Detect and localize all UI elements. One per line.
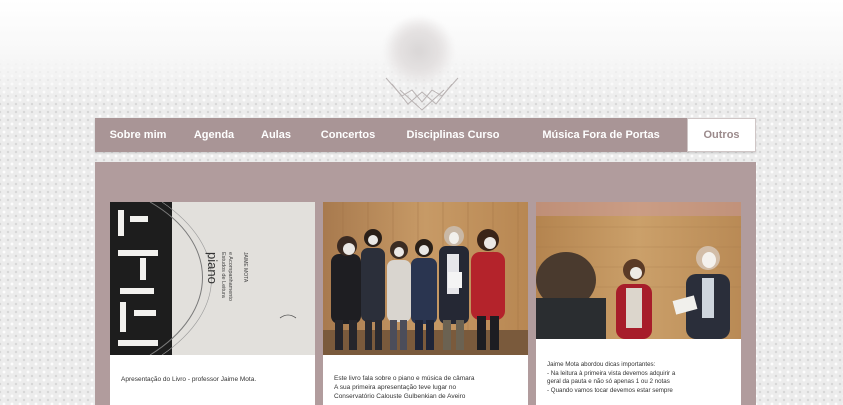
- nav-item-outros[interactable]: Outros: [687, 118, 756, 152]
- post-image-group[interactable]: [323, 202, 528, 355]
- content-panel: piano Estudos de Leitura e Acompanhament…: [95, 162, 756, 405]
- caption-line: - Quando vamos tocar devemos estar sempr…: [547, 386, 673, 394]
- post-caption: Este livro fala sobre o piano e música d…: [334, 374, 520, 401]
- post-caption: Jaime Mota abordou dicas importantes: - …: [547, 361, 733, 395]
- book-title: piano: [205, 252, 220, 284]
- teacher-photo-image: [536, 202, 741, 339]
- post-image-book-cover[interactable]: piano Estudos de Leitura e Acompanhament…: [110, 202, 315, 355]
- caption-line: A sua primeira apresentação teve lugar n…: [334, 384, 457, 391]
- post-image-teacher[interactable]: [536, 202, 741, 339]
- book-subtitle-2: e Acompanhamento: [227, 252, 233, 301]
- main-navigation: Sobre mim Agenda Aulas Concertos Discipl…: [95, 118, 756, 152]
- caption-line: Este livro fala sobre o piano e música d…: [334, 375, 475, 382]
- book-cover-image: piano Estudos de Leitura e Acompanhament…: [110, 202, 315, 355]
- caption-line: Conservatório Calouste Gulbenkian de Ave…: [334, 393, 466, 400]
- nav-item-disciplinas-curso[interactable]: Disciplinas Curso: [391, 118, 515, 152]
- post-caption: Apresentação do Livro - professor Jaime …: [121, 375, 307, 384]
- post-card-teaching-tips[interactable]: Jaime Mota abordou dicas importantes: - …: [536, 202, 741, 405]
- caption-line: geral da pauta e não só apenas 1 ou 2 no…: [547, 378, 670, 385]
- caption-line: - Na leitura à primeira vista devemos ad…: [547, 369, 676, 377]
- caption-line: Apresentação do Livro - professor Jaime …: [121, 376, 257, 383]
- logo-ornament-icon: [385, 77, 459, 111]
- book-subtitle-1: Estudos de Leitura: [220, 252, 226, 299]
- book-author: JAIME MOTA: [242, 252, 248, 283]
- nav-item-agenda[interactable]: Agenda: [181, 118, 247, 152]
- caption-line: Jaime Mota abordou dicas importantes:: [547, 361, 656, 368]
- group-photo-image: [323, 202, 528, 355]
- post-card-book-presentation[interactable]: piano Estudos de Leitura e Acompanhament…: [110, 202, 315, 405]
- nav-item-concertos[interactable]: Concertos: [305, 118, 391, 152]
- post-card-group-photo[interactable]: Este livro fala sobre o piano e música d…: [323, 202, 528, 405]
- site-logo[interactable]: [364, 12, 480, 112]
- nav-item-sobre-mim[interactable]: Sobre mim: [95, 118, 181, 152]
- nav-item-aulas[interactable]: Aulas: [247, 118, 305, 152]
- nav-item-musica-fora-de-portas[interactable]: Música Fora de Portas: [515, 118, 687, 152]
